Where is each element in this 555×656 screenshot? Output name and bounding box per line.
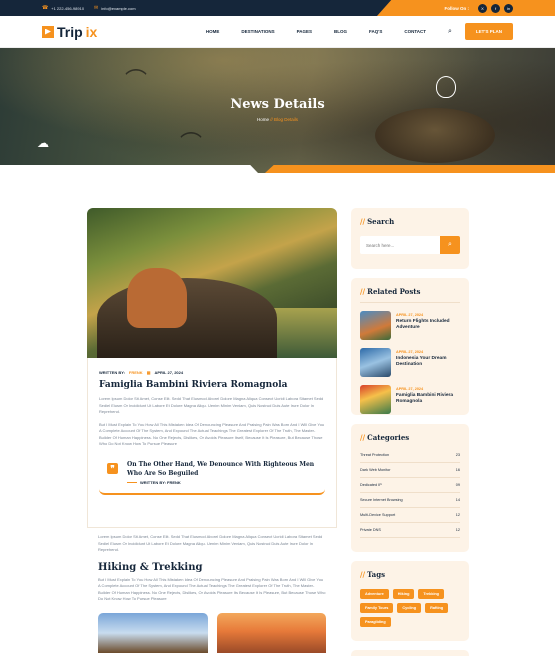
tag-trekking[interactable]: Trekking [418, 589, 445, 599]
x-social-icon[interactable]: X [478, 3, 487, 13]
category-item[interactable]: Multi-Device Support 12 [360, 508, 460, 523]
breadcrumb-home[interactable]: Home [257, 117, 269, 122]
article-meta: WRITTEN BY: FRENK ▦ APRIL 27, 2024 [99, 370, 184, 375]
tag-cycling[interactable]: Cycling [397, 603, 422, 613]
nav-item-faqs[interactable]: FAQ'S [369, 29, 382, 34]
category-item[interactable]: Dedicated IP 09 [360, 478, 460, 493]
category-item[interactable]: Threat Protection 23 [360, 448, 460, 463]
nav-item-home[interactable]: HOME [206, 29, 220, 34]
search-button[interactable]: ⌕ [440, 236, 460, 254]
follow-label: Follow On : [444, 5, 470, 11]
post-thumbnail [360, 348, 391, 377]
article-paragraph: Lorem Ipsum Dolor Sit Amet, Conse Elit. … [98, 534, 323, 552]
article-title: Famiglia Bambini Riviera Romagnola [99, 380, 288, 390]
nav-item-destinations[interactable]: DESTINATIONS [241, 29, 274, 34]
related-posts-widget: //Related Posts APRIL 27, 2024 Return Fli… [351, 278, 469, 415]
bird-icon: ⌒ [125, 68, 148, 93]
tag-rafting[interactable]: Rafting [425, 603, 449, 613]
quote-text: On The Other Hand, We Denounce With Righ… [127, 460, 315, 477]
tag-adventure[interactable]: Adventure [360, 589, 389, 599]
article-paragraph: Lorem Ipsum Dolor Sit Amet, Conse Elit. … [99, 396, 324, 414]
cloud-icon: ☁ [37, 136, 49, 150]
author-link[interactable]: FRENK [129, 370, 143, 375]
bird-icon: ⌒ [180, 131, 203, 156]
nav-item-blog[interactable]: BLOG [334, 29, 347, 34]
related-post[interactable]: APRIL 27, 2024 Return Flights Included Ad… [360, 311, 460, 340]
tags-widget: //Tags Adventure Hiking Trekking Family … [351, 561, 469, 641]
category-item[interactable]: Dark Web Monitor 16 [360, 463, 460, 478]
phone-icon: ☎ [42, 5, 49, 11]
featured-image [87, 208, 337, 358]
nav-item-pages[interactable]: PAGES [297, 29, 312, 34]
phone-contact[interactable]: ☎ +1 222-456-98910 [42, 5, 84, 11]
gallery-image [98, 612, 208, 653]
top-bar: ☎ +1 222-456-98910 ✉ info@example.com Foll… [0, 0, 555, 16]
blockquote: ❞ On The Other Hand, We Denounce With Ri… [99, 458, 325, 495]
search-input[interactable] [360, 236, 440, 254]
balloon-icon [436, 76, 456, 98]
calendar-icon: ▦ [146, 370, 151, 375]
article-date: APRIL 27, 2024 [154, 370, 184, 375]
email-contact[interactable]: ✉ info@example.com [94, 5, 136, 11]
categories-widget: //Categories Threat Protection 23 Dark We… [351, 424, 469, 552]
breadcrumb: Home // Blog Details [256, 117, 299, 122]
section-heading: Hiking & Trekking [98, 561, 203, 573]
mail-icon: ✉ [94, 5, 99, 11]
page-banner: ⌒ ⌒ News Details Home // Blog Details ☁ [0, 48, 555, 173]
facebook-social-icon[interactable]: f [491, 3, 500, 13]
tag-family-tours[interactable]: Family Tours [360, 603, 394, 613]
article: WRITTEN BY: FRENK ▦ APRIL 27, 2024 Famig… [87, 208, 337, 653]
nav-item-contact[interactable]: CONTACT [404, 29, 426, 34]
related-post[interactable]: APRIL 27, 2024 Famiglia Bambini Riviera R… [360, 385, 460, 414]
gallery-image [216, 612, 326, 653]
page-title: News Details [230, 97, 325, 112]
quote-author: WRITTEN BY: FRENK [127, 480, 325, 485]
category-item[interactable]: Secure Internet Browsing 14 [360, 493, 460, 508]
logo[interactable]: Trip ix [42, 24, 97, 40]
article-paragraph: But I Must Explain To You How All This M… [98, 576, 326, 602]
search-icon[interactable]: ⌕ [448, 28, 452, 36]
article-paragraph: But I Must Explain To You How All This M… [99, 421, 325, 447]
tag-hiking[interactable]: Hiking [392, 589, 415, 599]
post-thumbnail [360, 385, 391, 414]
nav-menu: HOME DESTINATIONS PAGES BLOG FAQ'S CONTA… [206, 29, 426, 34]
related-post[interactable]: APRIL 27, 2024 Indonesia Your Dream Desti… [360, 348, 460, 377]
quote-icon: ❞ [107, 462, 118, 474]
search-widget: //Search ⌕ [351, 208, 469, 269]
main-nav: Trip ix HOME DESTINATIONS PAGES BLOG FAQ'… [0, 16, 555, 48]
breadcrumb-current: Blog Details [274, 117, 299, 122]
sidebar: //Search ⌕ //Related Posts APRIL 27, 202… [351, 208, 469, 656]
category-item[interactable]: Private DNS 12 [360, 523, 460, 538]
tag-paragliding[interactable]: Paragliding [360, 617, 391, 627]
lets-plan-button[interactable]: LET'S PLAN [464, 23, 513, 40]
linkedin-social-icon[interactable]: in [504, 3, 513, 13]
post-thumbnail [360, 311, 391, 340]
logo-icon [42, 25, 54, 38]
